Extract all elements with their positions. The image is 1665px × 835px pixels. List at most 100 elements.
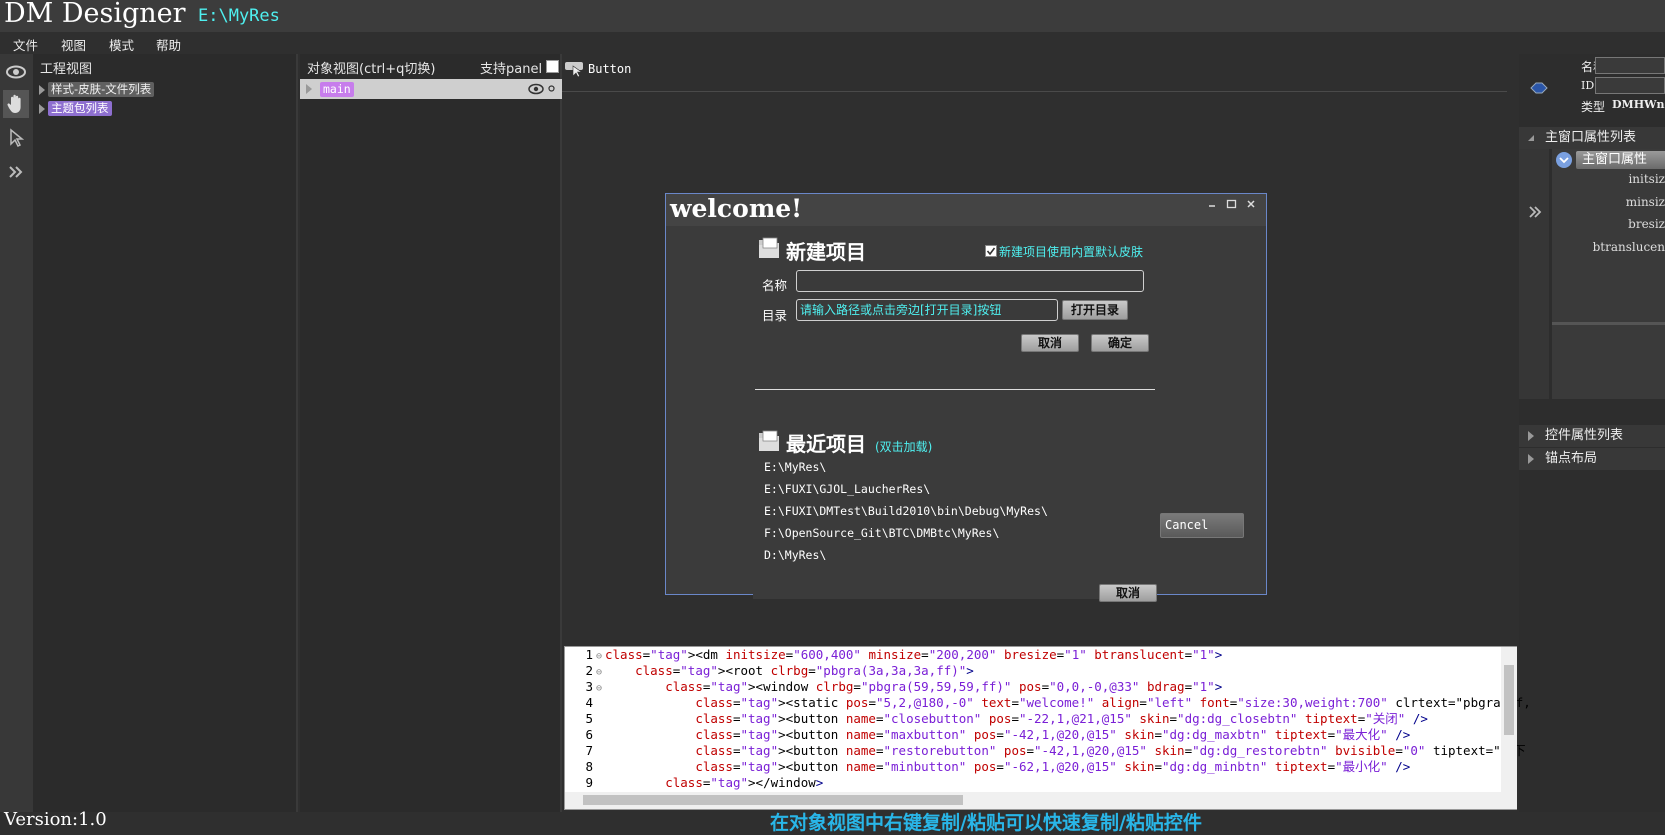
code-line[interactable]: 8 class="tag"><button name="minbutton" p… bbox=[565, 759, 1410, 775]
recent-item[interactable]: E:\FUXI\DMTest\Build2010\bin\Debug\MyRes… bbox=[764, 504, 1048, 518]
prop-initsize[interactable]: initsiz bbox=[1628, 172, 1665, 186]
object-panel-title: 对象视图(ctrl+q切换) bbox=[307, 62, 436, 77]
menu-help[interactable]: 帮助 bbox=[156, 35, 181, 54]
expand-arrow-icon bbox=[1528, 431, 1534, 441]
visible-eye-icon[interactable] bbox=[528, 83, 544, 95]
new-project-heading: 新建项目 bbox=[786, 240, 866, 264]
widget-button-label: Button bbox=[588, 62, 632, 76]
recent-item[interactable]: E:\FUXI\GJOL_LaucherRes\ bbox=[764, 482, 930, 496]
project-path: E:\MyRes bbox=[198, 6, 280, 26]
code-text: class="tag"><root clrbg="pbgra(3a,3a,3a,… bbox=[635, 663, 974, 678]
bottom-cancel-button[interactable]: 取消 bbox=[1099, 584, 1157, 602]
open-dir-button[interactable]: 打开目录 bbox=[1062, 300, 1128, 320]
scroll-thumb[interactable] bbox=[583, 795, 963, 805]
prop-bresize[interactable]: bresiz bbox=[1628, 217, 1665, 231]
code-line[interactable]: 9 class="tag"></window> bbox=[565, 775, 823, 791]
line-number: 9 bbox=[585, 775, 593, 790]
ok-button[interactable]: 确定 bbox=[1091, 334, 1149, 352]
maximize-icon[interactable] bbox=[1226, 199, 1237, 209]
recent-projects-heading: 最近项目 bbox=[786, 432, 866, 456]
welcome-title-bar[interactable]: welcome! bbox=[666, 194, 1266, 226]
name-label: 名称 bbox=[762, 278, 788, 293]
menu-view[interactable]: 视图 bbox=[61, 35, 86, 54]
prop-btranslucent[interactable]: btranslucen bbox=[1593, 240, 1665, 254]
code-text: class="tag"><button name="restorebutton"… bbox=[695, 743, 1526, 758]
tree-item-main-row[interactable]: main bbox=[300, 79, 562, 99]
code-text: class="tag"></window> bbox=[665, 775, 824, 790]
status-hint: 在对象视图中右键复制/粘贴可以快速复制/粘贴控件 bbox=[770, 812, 1202, 834]
prop-minsize[interactable]: minsiz bbox=[1626, 195, 1665, 209]
fold-icon[interactable] bbox=[593, 777, 605, 793]
support-panel-checkbox[interactable] bbox=[546, 60, 559, 73]
recent-item[interactable]: F:\OpenSource_Git\BTC\DMBtc\MyRes\ bbox=[764, 526, 999, 540]
expand-arrow-icon[interactable] bbox=[306, 84, 312, 94]
code-text: class="tag"><button name="maxbutton" pos… bbox=[695, 727, 1411, 742]
menu-mode[interactable]: 模式 bbox=[109, 35, 134, 54]
builtin-skin-checkbox[interactable] bbox=[985, 245, 997, 257]
tree-item-theme-packages[interactable]: 主题包列表 bbox=[48, 101, 112, 116]
eye-icon[interactable] bbox=[3, 58, 29, 86]
code-line[interactable]: 4 class="tag"><static pos="5,2,@180,-0" … bbox=[565, 695, 1531, 711]
code-text: class="tag"><dm initsize="600,400" minsi… bbox=[605, 647, 1223, 662]
type-prop-label: 类型 bbox=[1581, 100, 1606, 114]
menu-file[interactable]: 文件 bbox=[13, 35, 38, 54]
dir-label: 目录 bbox=[762, 308, 788, 323]
recent-item[interactable]: D:\MyRes\ bbox=[764, 548, 826, 562]
hand-icon[interactable] bbox=[3, 90, 29, 118]
welcome-dialog: welcome! 新建项目 新建项目使用内置默认皮肤 名称 目录 请输入路径或点… bbox=[665, 193, 1267, 602]
scrollbar[interactable] bbox=[1552, 322, 1665, 325]
ctrl-props-section[interactable]: 控件属性列表 bbox=[1519, 425, 1665, 447]
builtin-skin-label[interactable]: 新建项目使用内置默认皮肤 bbox=[999, 243, 1143, 260]
id-prop-label: ID bbox=[1581, 79, 1595, 92]
expand-arrow-icon[interactable] bbox=[39, 85, 45, 95]
main-props-section[interactable]: 主窗口属性列表 bbox=[1519, 127, 1665, 149]
props-list: 主窗口属性 initsiz minsiz bresiz btranslucen bbox=[1552, 149, 1665, 399]
recent-hint: (双击加载) bbox=[875, 440, 933, 454]
expand-circle-icon[interactable] bbox=[1555, 151, 1573, 169]
type-prop-value: DMHWnd bbox=[1612, 98, 1665, 111]
app-title: DM Designer bbox=[4, 0, 186, 29]
name-input[interactable] bbox=[796, 270, 1144, 292]
recent-item[interactable]: E:\MyRes\ bbox=[764, 460, 826, 474]
support-panel-label: 支持panel bbox=[480, 62, 543, 77]
welcome-title: welcome! bbox=[670, 194, 803, 223]
button-widget-icon bbox=[565, 62, 583, 78]
code-line[interactable]: 2 ⊖ class="tag"><root clrbg="pbgra(3a,3a,… bbox=[565, 663, 974, 679]
dir-input[interactable]: 请输入路径或点击旁边[打开目录]按钮 bbox=[796, 299, 1058, 321]
version-label: Version:1.0 bbox=[4, 809, 107, 830]
line-number: 3 bbox=[585, 679, 593, 694]
widget-button-tool[interactable]: Button bbox=[564, 60, 631, 78]
cancel-button[interactable]: 取消 bbox=[1021, 334, 1079, 352]
minimize-icon[interactable] bbox=[1207, 200, 1217, 210]
code-line[interactable]: 3 ⊖ class="tag"><window clrbg="pbgra(59,5… bbox=[565, 679, 1222, 695]
line-number: 7 bbox=[585, 743, 593, 758]
code-text: class="tag"><window clrbg="pbgra(59,59,5… bbox=[665, 679, 1223, 694]
folder-icon bbox=[759, 237, 779, 258]
main-props-item[interactable]: 主窗口属性 bbox=[1576, 151, 1665, 169]
horizontal-scrollbar[interactable] bbox=[565, 792, 1517, 809]
code-line[interactable]: 5 class="tag"><button name="closebutton"… bbox=[565, 711, 1427, 727]
cancel-en-button[interactable]: Cancel bbox=[1160, 513, 1244, 538]
property-panel: 名称 ID 类型 DMHWnd 主窗口属性列表 主窗口属性 initsiz mi… bbox=[1519, 54, 1665, 814]
scroll-thumb[interactable] bbox=[1504, 665, 1514, 735]
lock-dot-icon[interactable] bbox=[548, 85, 555, 92]
xml-code-editor[interactable]: 1 ⊖ class="tag"><dm initsize="600,400" min… bbox=[564, 646, 1531, 810]
code-line[interactable]: 6 class="tag"><button name="maxbutton" p… bbox=[565, 727, 1410, 743]
line-number: 1 bbox=[585, 647, 593, 662]
pointer-icon[interactable] bbox=[3, 124, 29, 152]
diamond-link-icon[interactable] bbox=[1529, 81, 1549, 95]
chevron-right-icon[interactable] bbox=[3, 158, 29, 186]
tree-item-style-skin[interactable]: 样式-皮肤-文件列表 bbox=[48, 82, 155, 97]
close-icon[interactable] bbox=[1246, 199, 1256, 209]
name-prop-input[interactable] bbox=[1595, 57, 1665, 74]
chevron-right-icon[interactable] bbox=[1528, 205, 1542, 219]
vertical-scrollbar[interactable] bbox=[1501, 647, 1517, 792]
code-line[interactable]: 1 ⊖ class="tag"><dm initsize="600,400" min… bbox=[565, 647, 1222, 663]
id-prop-input[interactable] bbox=[1595, 77, 1665, 94]
expand-arrow-icon bbox=[1528, 454, 1534, 464]
expand-arrow-icon[interactable] bbox=[39, 104, 45, 114]
code-text: class="tag"><static pos="5,2,@180,-0" te… bbox=[695, 695, 1531, 710]
divider bbox=[562, 91, 1507, 92]
anchor-layout-section[interactable]: 锚点布局 bbox=[1519, 448, 1665, 470]
code-line[interactable]: 7 class="tag"><button name="restorebutto… bbox=[565, 743, 1526, 759]
